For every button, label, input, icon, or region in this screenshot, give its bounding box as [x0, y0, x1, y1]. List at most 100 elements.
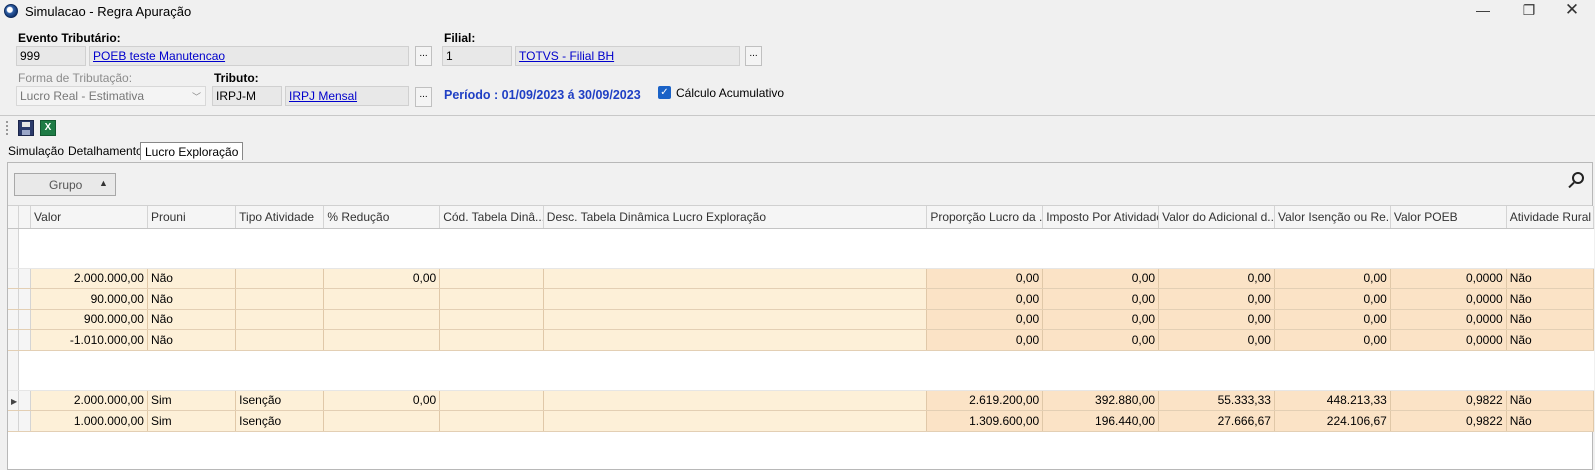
toolbar-grip[interactable]	[6, 121, 8, 135]
grid-cell[interactable]: 448.213,33	[1274, 390, 1391, 411]
table-row[interactable]: 900.000,00 Não 0,00 0,00 0,00 0,00 0,0000 Não	[8, 309, 1595, 330]
grid-cell[interactable]: 196.440,00	[1042, 410, 1160, 432]
column-header[interactable]: Valor do Adicional d...	[1158, 206, 1275, 229]
grid-cell[interactable]: Isenção	[235, 410, 325, 432]
grid-cell[interactable]: 0,00	[1042, 309, 1160, 330]
grid-cell[interactable]	[439, 288, 544, 310]
row-indicator[interactable]	[8, 288, 19, 310]
grid-cell[interactable]	[543, 390, 928, 411]
group-row[interactable]	[8, 228, 1594, 269]
grid-cell[interactable]: 2.000.000,00	[30, 390, 148, 411]
row-indicator[interactable]	[8, 410, 19, 432]
row-indicator[interactable]	[8, 309, 19, 330]
column-header[interactable]: Atividade Rural	[1506, 206, 1595, 229]
grid-cell[interactable]	[543, 309, 928, 330]
grid-cell[interactable]: 0,00	[926, 288, 1044, 310]
grid-cell[interactable]: 0,00	[1158, 329, 1275, 351]
grid-cell[interactable]	[439, 329, 544, 351]
grid-cell[interactable]: 90.000,00	[30, 288, 148, 310]
grid-cell[interactable]: 900.000,00	[30, 309, 148, 330]
filial-name-link[interactable]: TOTVS - Filial BH	[515, 46, 740, 66]
search-icon[interactable]	[1572, 172, 1584, 184]
grid-cell[interactable]: 55.333,33	[1158, 390, 1275, 411]
excel-icon[interactable]: X	[40, 120, 56, 136]
grid-cell[interactable]: 0,9822	[1390, 390, 1507, 411]
table-row[interactable]: 90.000,00 Não 0,00 0,00 0,00 0,00 0,0000 Não	[8, 288, 1595, 310]
grid-cell[interactable]: Não	[147, 288, 237, 310]
table-row[interactable]: 1.000.000,00 Sim Isenção 1.309.600,00 196.44…	[8, 410, 1595, 432]
grid-cell[interactable]	[439, 410, 544, 432]
maximize-button[interactable]: ❐	[1506, 0, 1552, 22]
grid-cell[interactable]	[323, 329, 441, 351]
grid-cell[interactable]: Não	[1506, 288, 1595, 310]
close-button[interactable]: ✕	[1549, 0, 1595, 22]
filial-lookup-button[interactable]: ...	[745, 46, 762, 66]
grid-cell[interactable]: Não	[147, 268, 237, 289]
table-row[interactable]: ▶ 2.000.000,00 Sim Isenção 0,00 2.619.200,00 3…	[8, 390, 1595, 411]
grid-cell[interactable]: 1.309.600,00	[926, 410, 1044, 432]
filial-code-field[interactable]: 1	[442, 46, 512, 66]
grid-cell[interactable]: -1.010.000,00	[30, 329, 148, 351]
evento-code-field[interactable]: 999	[16, 46, 86, 66]
grid-cell[interactable]	[543, 410, 928, 432]
column-header[interactable]: Prouni	[147, 206, 237, 229]
grid-cell[interactable]: Não	[1506, 309, 1595, 330]
grid-cell[interactable]: 27.666,67	[1158, 410, 1275, 432]
grid-cell[interactable]: 0,0000	[1390, 268, 1507, 289]
grid-cell[interactable]	[235, 268, 325, 289]
grid-cell[interactable]: 0,00	[1042, 288, 1160, 310]
tab-detalhamento[interactable]: Detalhamento	[64, 142, 147, 160]
grid-cell[interactable]: 0,00	[1274, 268, 1391, 289]
column-header[interactable]: Tipo Atividade	[235, 206, 325, 229]
grid-cell[interactable]: 0,00	[323, 390, 441, 411]
grid-cell[interactable]: Não	[1506, 410, 1595, 432]
grid-cell[interactable]: 0,00	[1042, 268, 1160, 289]
evento-name-link[interactable]: POEB teste Manutencao	[89, 46, 409, 66]
column-header[interactable]: Valor Isenção ou Re...	[1274, 206, 1391, 229]
column-header[interactable]: % Redução	[323, 206, 441, 229]
grid-cell[interactable]	[439, 390, 544, 411]
calculo-acumulativo-checkbox[interactable]: ✓	[658, 86, 671, 99]
grid-cell[interactable]	[235, 288, 325, 310]
grid-cell[interactable]	[235, 329, 325, 351]
group-button[interactable]: Grupo ▲	[14, 173, 116, 196]
grid-cell[interactable]	[439, 309, 544, 330]
grid-cell[interactable]	[323, 288, 441, 310]
column-header[interactable]: Valor POEB	[1390, 206, 1507, 229]
tributo-code-field[interactable]: IRPJ-M	[212, 86, 282, 106]
grid-cell[interactable]: Não	[147, 309, 237, 330]
minimize-button[interactable]: —	[1460, 0, 1506, 22]
grid-cell[interactable]: 0,00	[926, 309, 1044, 330]
column-header[interactable]: Imposto Por Atividade	[1042, 206, 1160, 229]
row-indicator[interactable]	[8, 329, 19, 351]
grid-cell[interactable]: 2.000.000,00	[30, 268, 148, 289]
grid-cell[interactable]: Isenção	[235, 390, 325, 411]
column-header[interactable]: Cód. Tabela Dinâ...	[439, 206, 544, 229]
grid-cell[interactable]: 0,00	[1158, 309, 1275, 330]
group-row[interactable]	[8, 350, 1594, 391]
grid-cell[interactable]: 1.000.000,00	[30, 410, 148, 432]
grid-cell[interactable]: 0,9822	[1390, 410, 1507, 432]
grid-cell[interactable]: 0,00	[1274, 329, 1391, 351]
grid-cell[interactable]: 392.880,00	[1042, 390, 1160, 411]
grid-cell[interactable]: Não	[147, 329, 237, 351]
grid-cell[interactable]: 0,00	[323, 268, 441, 289]
grid-cell[interactable]	[543, 329, 928, 351]
grid-cell[interactable]	[543, 288, 928, 310]
grid-cell[interactable]: Sim	[147, 410, 237, 432]
tab-lucro-exploracao[interactable]: Lucro Exploração	[140, 142, 244, 160]
grid-cell[interactable]: 0,0000	[1390, 309, 1507, 330]
row-indicator[interactable]	[8, 268, 19, 289]
grid-cell[interactable]: 0,0000	[1390, 288, 1507, 310]
grid-cell[interactable]: Não	[1506, 329, 1595, 351]
tributo-name-link[interactable]: IRPJ Mensal	[285, 86, 409, 106]
grid-cell[interactable]: 0,0000	[1390, 329, 1507, 351]
grid-cell[interactable]: 0,00	[926, 268, 1044, 289]
grid-cell[interactable]: 0,00	[1274, 288, 1391, 310]
table-row[interactable]: 2.000.000,00 Não 0,00 0,00 0,00 0,00 0,00 0,000…	[8, 268, 1595, 289]
grid-cell[interactable]: 0,00	[1158, 288, 1275, 310]
grid-cell[interactable]: Sim	[147, 390, 237, 411]
grid-cell[interactable]: Não	[1506, 390, 1595, 411]
forma-tributacao-select[interactable]: Lucro Real - Estimativa ﹀	[16, 86, 206, 106]
save-icon[interactable]	[18, 120, 34, 136]
